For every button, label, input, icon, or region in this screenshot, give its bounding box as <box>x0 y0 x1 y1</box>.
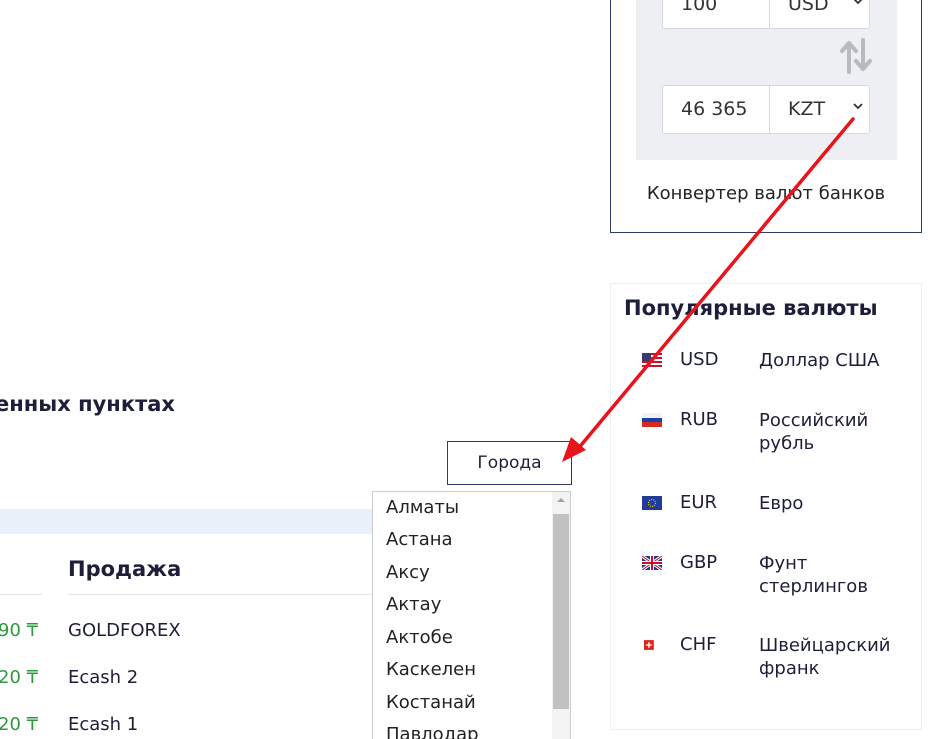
rate-cell: 20 ₸ <box>0 667 39 688</box>
table-header-band <box>0 509 372 534</box>
popular-currencies-panel: Популярные валюты USD Доллар США RUB Рос… <box>610 283 922 730</box>
currency-code: USD <box>680 349 719 370</box>
chevron-down-icon <box>853 0 863 5</box>
seller-link[interactable]: GOLDFOREX <box>68 620 181 641</box>
column-header-sell: Продажа <box>68 557 182 581</box>
city-option[interactable]: Актау <box>386 594 441 615</box>
currency-name: Доллар США <box>759 350 880 371</box>
ru-flag-icon <box>642 413 662 427</box>
to-currency-label: KZT <box>788 98 826 120</box>
currency-name: Евро <box>759 493 804 514</box>
us-flag-icon <box>642 353 662 367</box>
seller-link[interactable]: Ecash 1 <box>68 714 138 735</box>
city-option[interactable]: Каскелен <box>386 659 476 680</box>
rate-cell: 20 ₸ <box>0 714 39 735</box>
eu-flag-icon <box>642 496 662 510</box>
currency-name: Фунт стерлингов <box>759 553 868 597</box>
ch-flag-icon <box>644 640 654 650</box>
divider <box>68 594 372 595</box>
from-amount-input[interactable]: 100 <box>663 0 770 28</box>
currency-code: CHF <box>680 634 717 655</box>
cities-dropdown[interactable]: Алматы Астана Аксу Актау Актобе Каскелен… <box>372 491 571 739</box>
currency-code: GBP <box>680 552 718 573</box>
divider <box>0 594 42 595</box>
seller-link[interactable]: Ecash 2 <box>68 667 138 688</box>
city-option[interactable]: Алматы <box>386 497 459 518</box>
city-option[interactable]: Актобе <box>386 627 453 648</box>
uk-flag-icon <box>642 556 662 570</box>
chevron-down-icon <box>853 103 863 110</box>
scroll-up-arrow-icon[interactable] <box>556 497 566 503</box>
cities-button[interactable]: Города <box>447 441 572 485</box>
section-title: енных пунктах <box>0 392 175 416</box>
currency-code: RUB <box>680 409 719 430</box>
converter-caption-link[interactable]: Конвертер валют банков <box>611 183 921 204</box>
city-option[interactable]: Астана <box>386 529 453 550</box>
currency-code: EUR <box>680 492 718 513</box>
from-currency-select[interactable]: USD <box>770 0 869 28</box>
from-currency-label: USD <box>788 0 829 15</box>
converter-panel: 100 USD 46 365 KZT <box>636 0 897 160</box>
city-option[interactable]: Аксу <box>386 562 430 583</box>
city-option[interactable]: Павлодар <box>386 724 479 739</box>
scrollbar-thumb[interactable] <box>553 514 569 709</box>
to-row: 46 365 KZT <box>662 85 870 134</box>
currency-converter: 100 USD 46 365 KZT Конвертер валют банко… <box>610 0 922 233</box>
to-currency-select[interactable]: KZT <box>770 86 869 133</box>
popular-title: Популярные валюты <box>624 296 878 320</box>
rate-cell: 90 ₸ <box>0 620 39 641</box>
from-row: 100 USD <box>662 0 870 29</box>
to-amount-input[interactable]: 46 365 <box>663 86 770 133</box>
city-option[interactable]: Костанай <box>386 692 476 713</box>
scrollbar[interactable] <box>552 492 570 739</box>
currency-name: Российский рубль <box>759 410 869 454</box>
swap-icon[interactable] <box>839 38 873 74</box>
currency-name: Швейцарский франк <box>759 635 891 679</box>
